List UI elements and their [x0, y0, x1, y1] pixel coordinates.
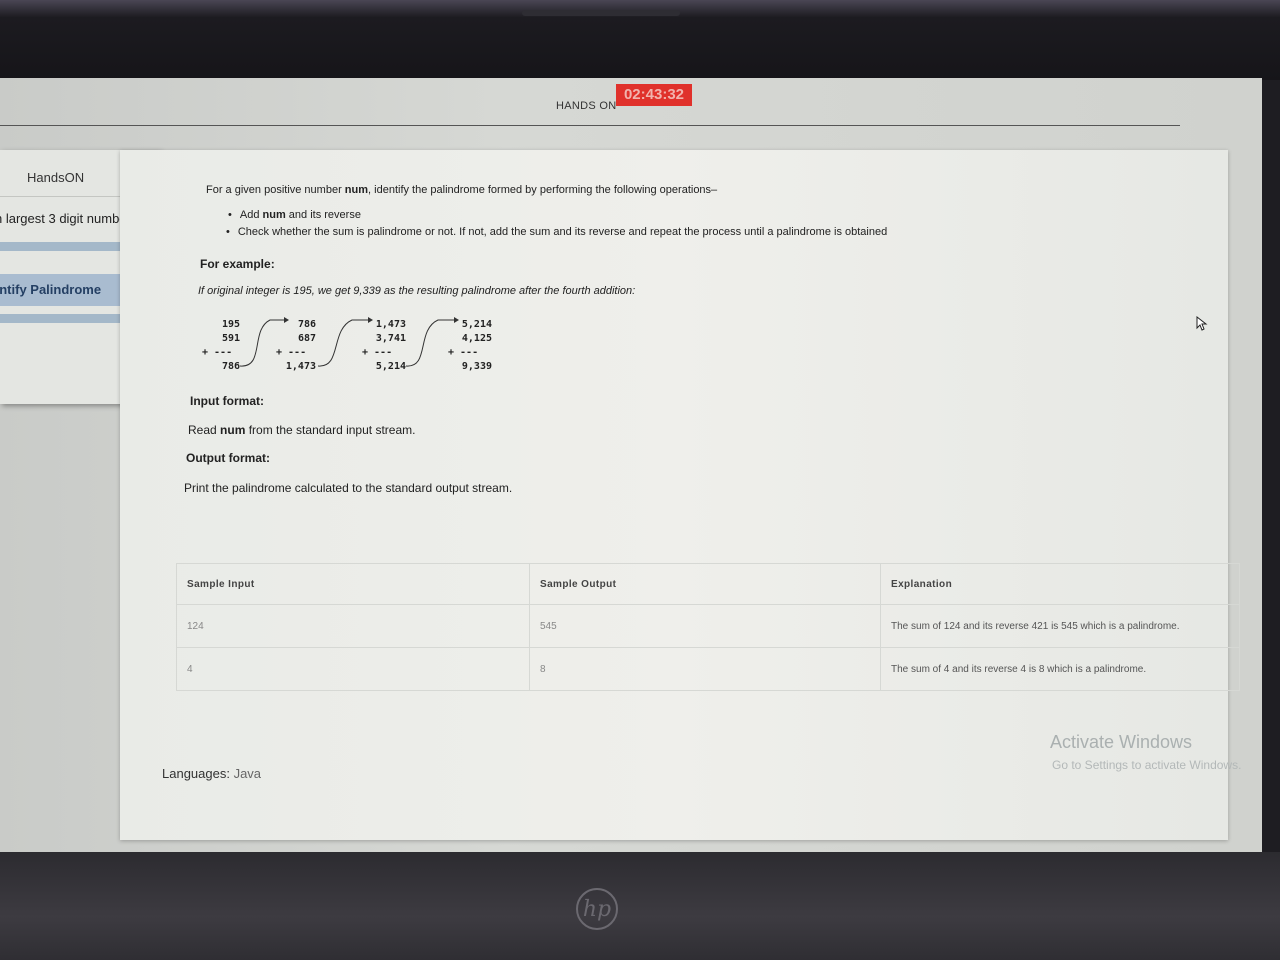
arrowhead-icon [284, 317, 289, 323]
sidebar-item-underline [0, 242, 138, 251]
list-item: • Check whether the sum is palindrome or … [226, 226, 888, 238]
calc-arrows [239, 317, 459, 367]
sidebar-item-largest-3-digit[interactable]: n largest 3 digit number [0, 211, 131, 226]
table-cell: The sum of 4 and its reverse 4 is 8 whic… [880, 647, 1240, 691]
page-title: HANDS ON [556, 100, 617, 112]
table-cell: 8 [529, 647, 881, 691]
table-cell: 4 [176, 647, 530, 691]
sidebar-item-label: entify Palindrome [0, 282, 102, 297]
laptop-bezel-top [0, 0, 1280, 80]
languages: Languages: Java [162, 766, 262, 781]
table-header-row: Sample Input Sample Output Explanation [176, 563, 1240, 605]
table-header: Explanation [880, 563, 1240, 605]
arrowhead-icon [454, 317, 459, 323]
problem-intro: For a given positive number num, identif… [206, 184, 718, 196]
output-format-heading: Output format: [186, 451, 270, 465]
table-cell: 124 [176, 604, 530, 648]
screen: 02:43:32 HANDS ON HandsON n largest 3 di… [0, 78, 1262, 854]
webcam-bar [522, 10, 680, 16]
arrow-step-2-icon [317, 319, 368, 367]
hp-logo: hp [576, 888, 618, 930]
arrow-step-3-icon [405, 319, 454, 367]
sample-table: Sample Input Sample Output Explanation 1… [176, 563, 1240, 691]
sidebar-title: HandsON [27, 170, 85, 185]
sidebar-item-identify-palindrome[interactable]: entify Palindrome [0, 274, 136, 306]
output-format-text: Print the palindrome calculated to the s… [184, 481, 513, 495]
table-cell: The sum of 124 and its reverse 421 is 54… [880, 604, 1240, 648]
input-format-heading: Input format: [190, 394, 264, 408]
activate-windows-subtitle: Go to Settings to activate Windows. [1052, 758, 1242, 772]
mouse-cursor-icon [1196, 316, 1208, 331]
activate-windows-title: Activate Windows [1050, 732, 1193, 752]
laptop-bezel-bottom [0, 852, 1280, 960]
table-row: 124 545 The sum of 124 and its reverse 4… [176, 604, 1240, 648]
table-cell: 545 [529, 604, 881, 648]
example-heading: For example: [200, 257, 275, 271]
sidebar-item-underline [0, 314, 132, 323]
header-divider [0, 125, 1180, 126]
arrowhead-icon [368, 317, 373, 323]
table-header: Sample Output [529, 563, 881, 605]
arrow-step-1-icon [239, 319, 284, 367]
countdown-timer: 02:43:32 [616, 84, 692, 106]
example-text: If original integer is 195, we get 9,339… [198, 285, 636, 297]
table-header: Sample Input [176, 563, 530, 605]
input-format-text: Read num from the standard input stream. [188, 423, 416, 437]
list-item: • Add num and its reverse [228, 209, 361, 221]
table-row: 4 8 The sum of 4 and its reverse 4 is 8 … [176, 647, 1240, 691]
